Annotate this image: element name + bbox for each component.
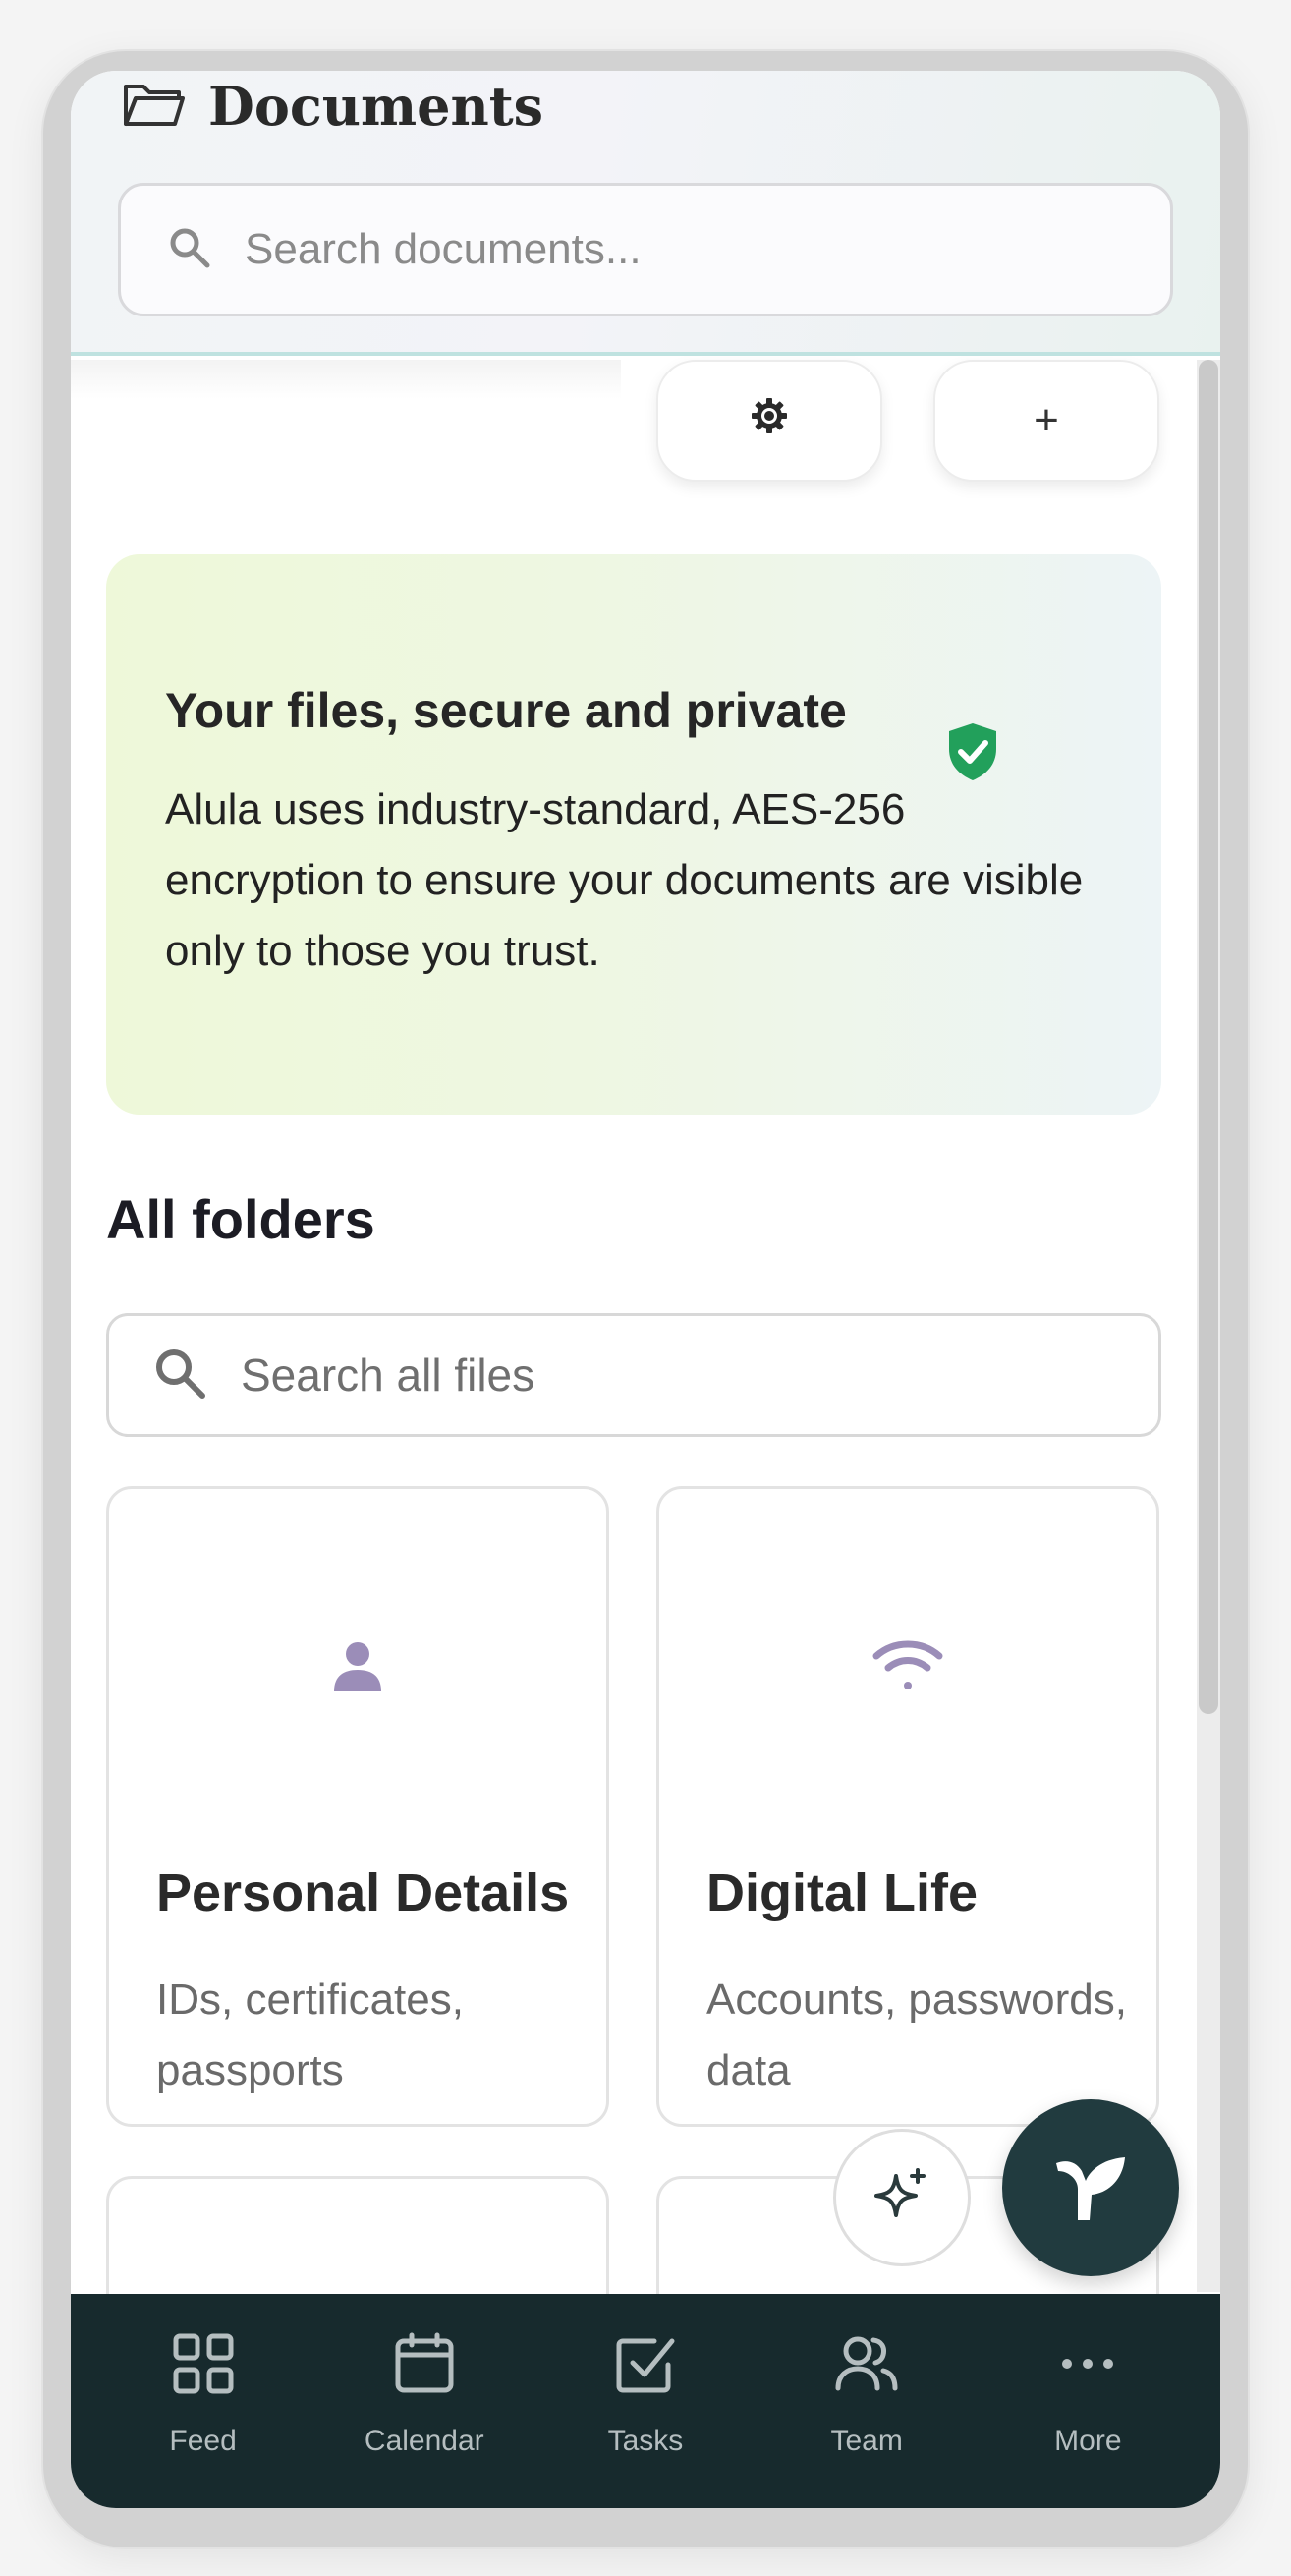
scroll-shadow xyxy=(71,360,621,399)
page-title: Documents xyxy=(208,75,544,138)
settings-button[interactable] xyxy=(656,360,882,482)
page-title-row: Documents xyxy=(122,71,543,142)
grid-icon xyxy=(171,2331,236,2401)
checkbox-icon xyxy=(613,2331,678,2401)
nav-item-tasks[interactable]: Tasks xyxy=(547,2331,744,2458)
nav-label: Calendar xyxy=(364,2425,484,2457)
more-dots-icon xyxy=(1055,2331,1120,2401)
documents-search-input[interactable] xyxy=(245,225,1109,274)
files-search-input[interactable] xyxy=(241,1348,1105,1402)
folder-icon xyxy=(122,79,187,135)
nav-label: More xyxy=(1054,2425,1122,2457)
nav-label: Tasks xyxy=(607,2425,684,2457)
brand-logo-button[interactable] xyxy=(1002,2099,1179,2276)
app-screen: Documents Search documents... + Your fil… xyxy=(71,71,1220,2508)
security-card-body: Alula uses industry-standard, AES-256 en… xyxy=(165,785,1084,975)
gear-icon xyxy=(750,396,789,446)
nav-item-more[interactable]: More xyxy=(989,2331,1186,2458)
folder-description: Accounts, passwords, data xyxy=(706,1975,1127,2094)
calendar-icon xyxy=(392,2331,457,2401)
nav-label: Team xyxy=(830,2425,903,2457)
documents-header: Documents xyxy=(71,71,1220,356)
folder-card-personal-details[interactable]: Personal Details IDs, certificates, pass… xyxy=(106,1486,609,2127)
folder-title: Personal Details xyxy=(156,1863,570,1922)
folder-description: IDs, certificates, passports xyxy=(156,1975,464,2094)
security-card-title: Your files, secure and private xyxy=(165,683,847,738)
nav-label: Feed xyxy=(169,2425,237,2457)
scrollbar-thumb[interactable] xyxy=(1199,360,1218,1714)
add-document-button[interactable]: + xyxy=(933,360,1159,482)
nav-item-calendar[interactable]: Calendar xyxy=(326,2331,523,2458)
all-folders-heading: All folders xyxy=(106,1188,375,1250)
bottom-navigation: Feed Calendar Tasks Team More xyxy=(71,2294,1220,2508)
documents-search-bar[interactable] xyxy=(118,183,1173,316)
nav-item-feed[interactable]: Feed xyxy=(105,2331,302,2458)
sparkle-icon xyxy=(870,2164,933,2232)
bird-logo-icon xyxy=(1046,2142,1135,2235)
users-icon xyxy=(834,2331,899,2401)
folder-card-digital-life[interactable]: Digital Life Accounts, passwords, data xyxy=(656,1486,1159,2127)
files-search-bar[interactable] xyxy=(106,1313,1161,1437)
wifi-icon xyxy=(659,1636,1156,1695)
add-label: + xyxy=(1034,396,1059,444)
ai-assistant-button[interactable] xyxy=(833,2129,971,2266)
search-icon xyxy=(152,1345,241,1405)
person-icon xyxy=(109,1636,606,1695)
nav-item-team[interactable]: Team xyxy=(768,2331,965,2458)
shield-check-icon xyxy=(945,721,1000,782)
folder-title: Digital Life xyxy=(706,1863,979,1922)
security-info-card: Your files, secure and private Alula use… xyxy=(106,554,1161,1115)
search-icon xyxy=(168,226,245,274)
